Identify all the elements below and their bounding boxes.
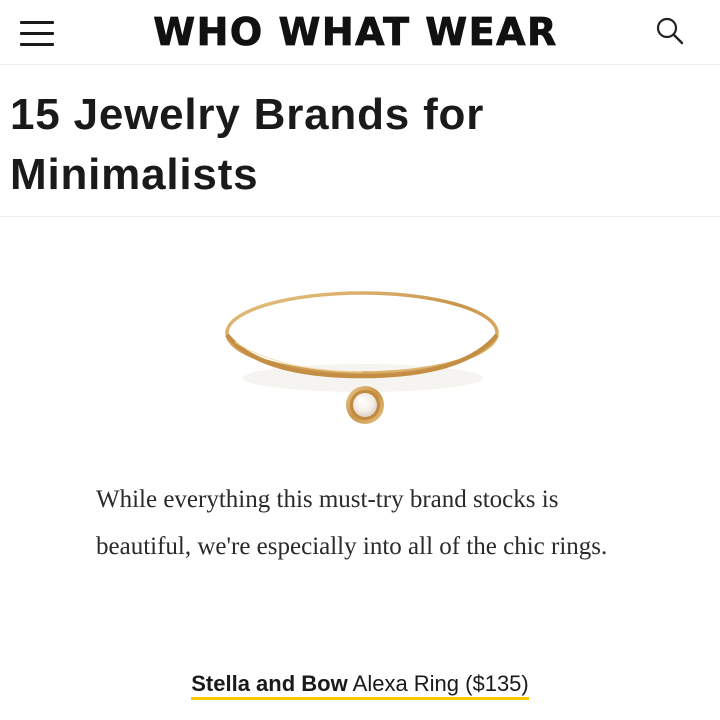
site-header: WHO WHAT WEAR (0, 0, 720, 65)
article-title: 15 Jewelry Brands for Minimalists (10, 90, 485, 199)
product-brand: Stella and Bow (191, 671, 348, 696)
article-body-text: While everything this must-try brand sto… (96, 486, 608, 560)
product-caption: Stella and Bow Alexa Ring ($135) (0, 668, 720, 700)
hamburger-menu-icon[interactable] (20, 20, 54, 48)
ring-illustration (225, 291, 499, 424)
product-image (200, 250, 520, 450)
article-title-section: 15 Jewelry Brands for Minimalists (0, 65, 720, 217)
product-link[interactable]: Stella and Bow Alexa Ring ($135) (191, 671, 529, 700)
product-name-price: Alexa Ring ($135) (352, 671, 529, 696)
site-logo[interactable]: WHO WHAT WEAR (148, 10, 563, 55)
search-icon[interactable] (650, 12, 690, 52)
